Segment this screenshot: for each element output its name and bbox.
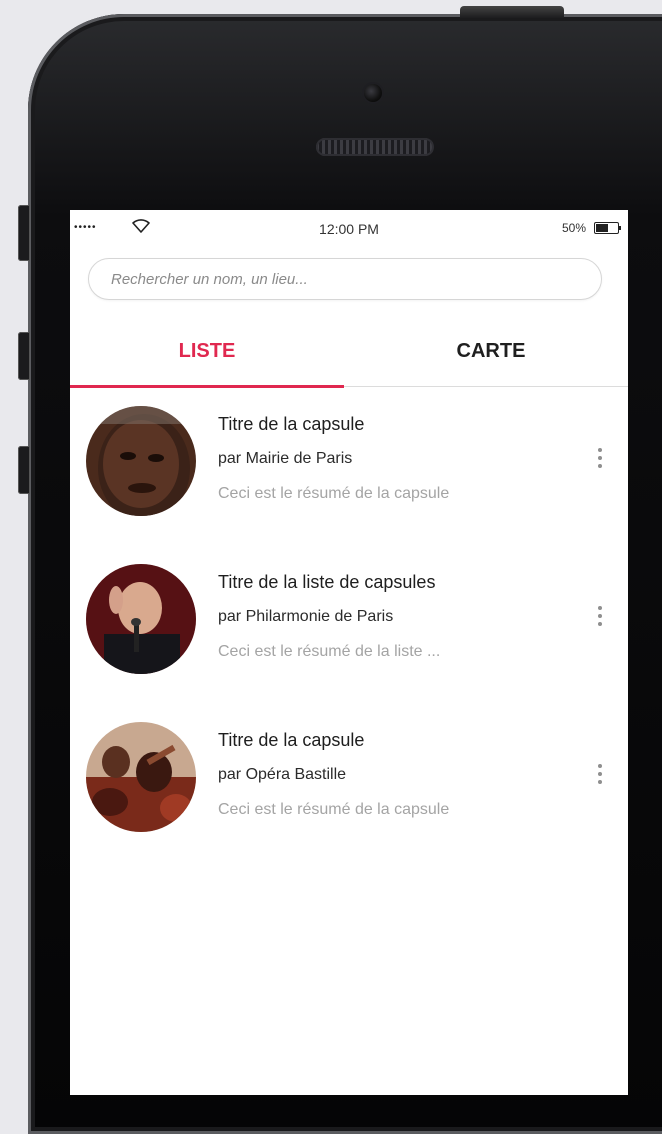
active-tab-indicator [70, 385, 344, 388]
more-vertical-icon[interactable] [594, 444, 606, 480]
portrait-image [86, 564, 196, 674]
capsule-list: Titre de la capsule par Mairie de Paris … [70, 406, 628, 880]
more-vertical-icon[interactable] [594, 760, 606, 796]
battery-percentage: 50% [561, 221, 586, 235]
volume-up-button [18, 332, 30, 380]
tab-carte[interactable]: CARTE [354, 320, 628, 386]
tab-bar: LISTE CARTE [70, 320, 628, 388]
tab-carte-label: CARTE [456, 340, 526, 362]
more-vertical-icon[interactable] [594, 602, 606, 638]
status-time: 12:00 PM [319, 221, 379, 237]
item-title: Titre de la capsule [218, 414, 365, 434]
portrait-image [86, 722, 196, 832]
power-button [460, 6, 564, 18]
list-item[interactable]: Titre de la capsule par Opéra Bastille C… [70, 722, 628, 880]
search-input[interactable] [88, 258, 602, 300]
app-screen: ••••• 12:00 PM 50% LISTE CARTE [70, 210, 628, 1095]
tab-liste[interactable]: LISTE [70, 320, 344, 386]
item-summary: Ceci est le résumé de la liste ... [218, 643, 441, 660]
avatar [86, 564, 196, 674]
list-item[interactable]: Titre de la liste de capsules par Philar… [70, 564, 628, 722]
front-camera [364, 84, 382, 102]
portrait-image [86, 406, 196, 516]
item-title: Titre de la liste de capsules [218, 572, 436, 592]
volume-down-button [18, 446, 30, 494]
avatar [86, 406, 196, 516]
battery-icon [594, 222, 621, 234]
item-summary: Ceci est le résumé de la capsule [218, 801, 450, 818]
item-summary: Ceci est le résumé de la capsule [218, 485, 450, 502]
item-title: Titre de la capsule [218, 730, 365, 750]
status-bar: ••••• 12:00 PM 50% [70, 210, 628, 248]
avatar [86, 722, 196, 832]
item-author: par Mairie de Paris [218, 450, 353, 467]
tab-liste-label: LISTE [178, 340, 236, 362]
list-item[interactable]: Titre de la capsule par Mairie de Paris … [70, 406, 628, 564]
item-author: par Philarmonie de Paris [218, 608, 394, 625]
mute-switch [18, 205, 30, 261]
earpiece-speaker [316, 138, 434, 156]
item-author: par Opéra Bastille [218, 766, 347, 783]
